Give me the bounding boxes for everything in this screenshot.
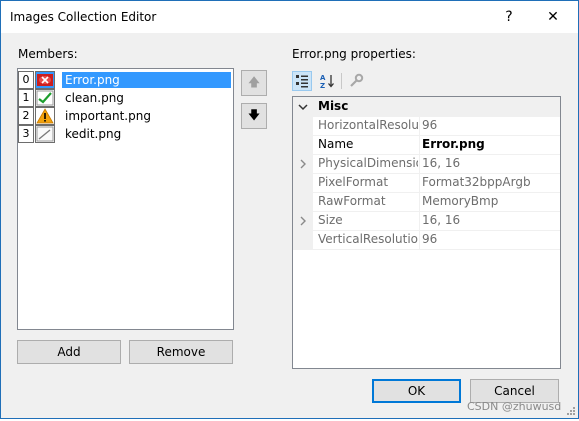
ok-button[interactable]: OK (372, 379, 461, 403)
list-item[interactable]: 0 Error.png (18, 71, 233, 89)
list-item[interactable]: 3 kedit.png (18, 125, 233, 143)
row-gutter (293, 173, 313, 192)
property-value[interactable]: Format32bppArgb (422, 173, 558, 192)
close-button[interactable]: ✕ (530, 1, 576, 33)
watermark-text: CSDN @zhuwusd (467, 400, 562, 413)
column-separator (419, 135, 420, 154)
warning-image-icon (35, 107, 55, 125)
toolbar-divider (341, 73, 342, 89)
property-row[interactable]: VerticalResolution 96 (293, 230, 560, 250)
item-index: 2 (18, 107, 34, 125)
item-index: 1 (18, 89, 34, 107)
error-image-icon (35, 71, 55, 89)
members-label: Members: (18, 47, 78, 61)
column-separator (419, 173, 420, 192)
property-name: RawFormat (318, 194, 386, 208)
list-item[interactable]: 1 clean.png (18, 89, 233, 107)
expand-chevron-icon[interactable] (293, 211, 313, 230)
add-button[interactable]: Add (17, 340, 121, 364)
property-row[interactable]: HorizontalResolution 96 (293, 116, 560, 136)
edit-image-icon (35, 125, 55, 143)
property-value[interactable]: Error.png (422, 135, 558, 154)
remove-button[interactable]: Remove (129, 340, 233, 364)
window-title: Images Collection Editor (10, 10, 157, 24)
property-value[interactable]: 16, 16 (422, 154, 558, 173)
checkmark-image-icon (35, 89, 55, 107)
property-value[interactable]: 96 (422, 230, 558, 249)
column-separator (419, 192, 420, 211)
row-gutter (293, 135, 313, 154)
property-name: Size (318, 213, 343, 227)
expand-chevron-icon[interactable] (293, 154, 313, 173)
property-name: Name (318, 137, 354, 151)
item-index: 3 (18, 125, 34, 143)
help-icon: ? (505, 9, 513, 25)
close-icon: ✕ (547, 9, 559, 25)
property-row[interactable]: Name Error.png (293, 135, 560, 155)
arrow-down-icon: 🡇 (247, 107, 261, 122)
remove-button-label: Remove (156, 345, 206, 359)
row-gutter (293, 192, 313, 211)
property-value[interactable]: 16, 16 (422, 211, 558, 230)
property-value[interactable]: MemoryBmp (422, 192, 558, 211)
property-name: PixelFormat (318, 175, 389, 189)
category-name: Misc (318, 99, 349, 113)
property-row[interactable]: RawFormat MemoryBmp (293, 192, 560, 212)
property-grid[interactable]: Misc HorizontalResolution 96 Name Error.… (292, 96, 561, 369)
item-name: Error.png (62, 72, 231, 88)
categorized-view-icon[interactable] (292, 71, 312, 91)
members-list[interactable]: 0 Error.png 1 clean.png 2 important.png … (17, 68, 234, 330)
property-name: HorizontalResolution (318, 118, 418, 132)
cancel-button-label: Cancel (494, 384, 535, 398)
property-pages-icon[interactable] (346, 71, 366, 91)
move-down-button[interactable]: 🡇 (241, 103, 267, 129)
item-name: kedit.png (65, 127, 122, 141)
row-gutter (293, 116, 313, 135)
item-name: important.png (65, 109, 151, 123)
column-separator (419, 154, 420, 173)
property-row[interactable]: Size 16, 16 (293, 211, 560, 231)
property-value[interactable]: 96 (422, 116, 558, 135)
arrow-up-icon: 🡅 (247, 74, 261, 89)
add-button-label: Add (57, 345, 81, 359)
resize-grip-icon[interactable] (566, 406, 576, 416)
column-separator (419, 230, 420, 249)
property-row[interactable]: PhysicalDimension 16, 16 (293, 154, 560, 174)
item-name: clean.png (65, 91, 124, 105)
alphabetical-sort-icon[interactable]: A Z (318, 71, 338, 91)
images-collection-editor-dialog: Images Collection Editor ? ✕ Members: 0 … (0, 0, 579, 419)
title-bar: Images Collection Editor ? ✕ (1, 1, 578, 33)
column-separator (419, 211, 420, 230)
ok-button-label: OK (407, 384, 426, 398)
property-name: VerticalResolution (318, 232, 418, 246)
row-gutter (293, 230, 313, 249)
column-separator (419, 116, 420, 135)
properties-label: Error.png properties: (292, 47, 416, 61)
help-button[interactable]: ? (486, 1, 532, 33)
property-row[interactable]: PixelFormat Format32bppArgb (293, 173, 560, 193)
svg-text:Z: Z (320, 82, 325, 89)
item-index: 0 (18, 71, 34, 89)
collapse-chevron-icon[interactable] (293, 97, 313, 116)
category-row-misc[interactable]: Misc (293, 97, 560, 117)
svg-text:A: A (320, 74, 326, 82)
property-name: PhysicalDimension (318, 156, 418, 170)
list-item[interactable]: 2 important.png (18, 107, 233, 125)
move-up-button[interactable]: 🡅 (241, 70, 267, 96)
